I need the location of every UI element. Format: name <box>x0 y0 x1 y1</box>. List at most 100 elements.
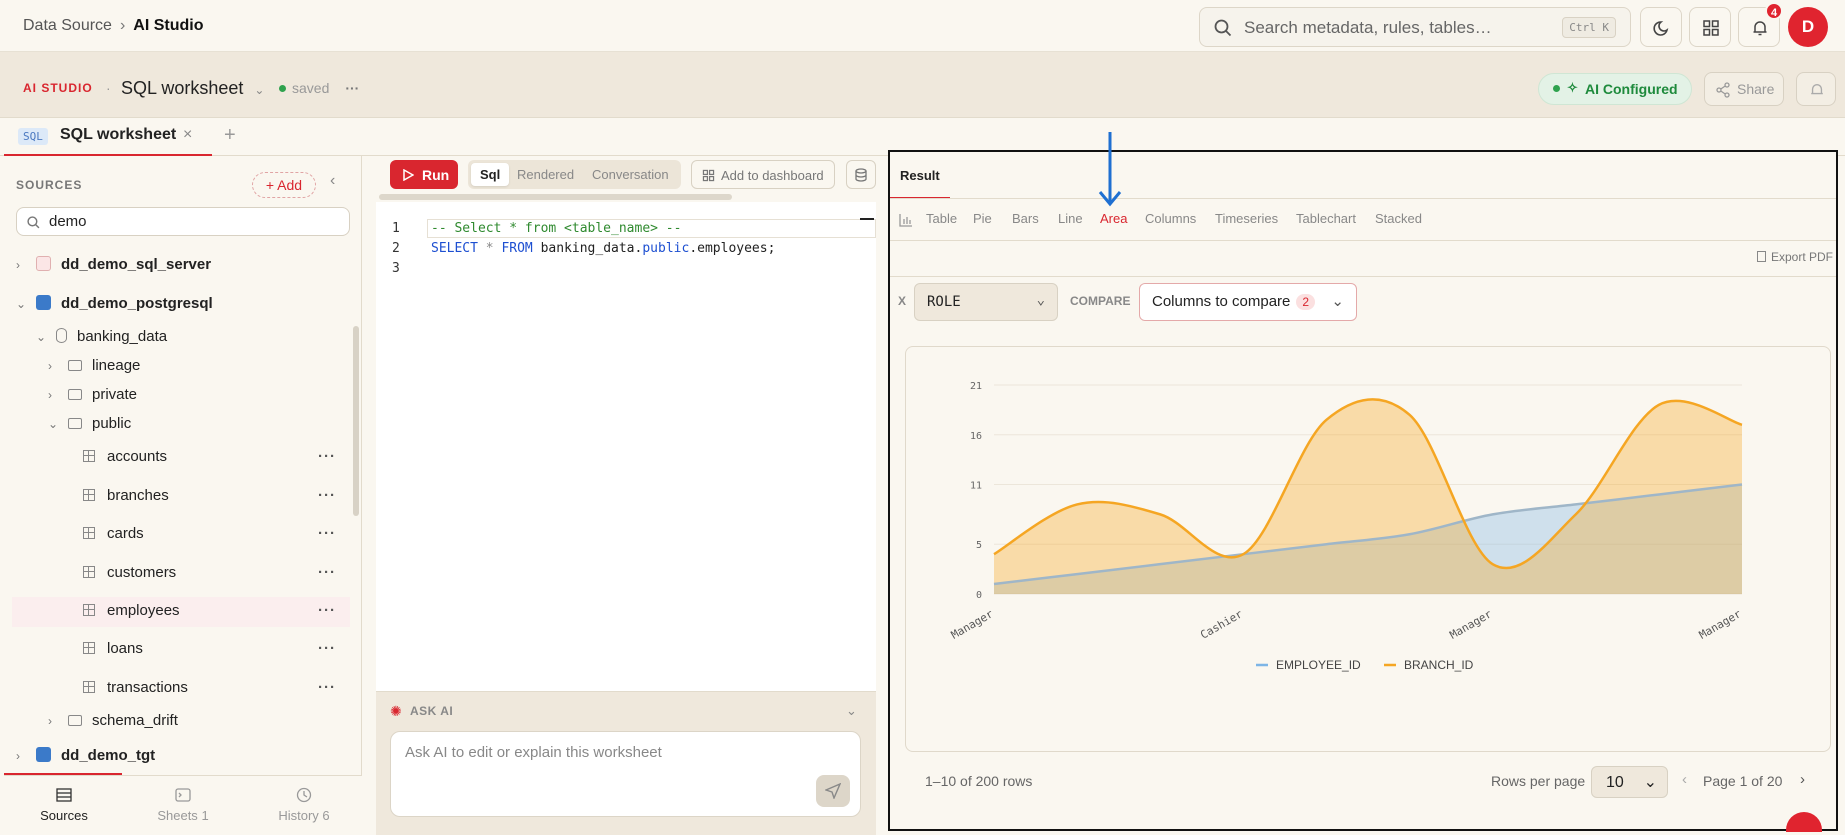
add-tab-icon[interactable]: + <box>224 124 236 147</box>
tree-item-transactions[interactable]: transactions ··· <box>83 679 350 703</box>
chevron-right-icon[interactable]: › <box>16 258 26 272</box>
table-icon <box>83 604 95 616</box>
add-to-dashboard-button[interactable]: Add to dashboard <box>691 160 835 189</box>
more-options-icon[interactable]: ··· <box>318 487 336 504</box>
mode-conversation[interactable]: Conversation <box>592 167 669 182</box>
tree-item-banking-data[interactable]: ⌄ banking_data <box>36 328 350 352</box>
share-button[interactable]: Share <box>1704 72 1784 106</box>
x-axis-select[interactable]: ROLE ⌄ <box>914 283 1058 321</box>
tree-item-cards[interactable]: cards ··· <box>83 525 350 549</box>
separator-dot: · <box>106 80 111 96</box>
more-options-icon[interactable]: ··· <box>345 80 359 96</box>
chevron-down-icon[interactable]: ⌄ <box>846 703 857 719</box>
mode-rendered[interactable]: Rendered <box>517 167 574 182</box>
database-button[interactable] <box>846 160 876 189</box>
chart-type-tablechart[interactable]: Tablechart <box>1296 211 1356 226</box>
tab-title[interactable]: SQL worksheet <box>60 126 176 144</box>
code-keyword: SELECT <box>431 241 478 256</box>
chevron-right-icon[interactable]: › <box>48 388 58 402</box>
x-tick-label: Manager <box>1697 607 1744 642</box>
result-tab[interactable]: Result <box>900 168 940 183</box>
footer-tab-sources[interactable]: Sources <box>34 808 94 823</box>
chevron-right-icon[interactable]: › <box>48 359 58 373</box>
line-number: 3 <box>392 261 400 276</box>
chart-type-columns[interactable]: Columns <box>1145 211 1196 226</box>
run-button[interactable]: Run <box>390 160 458 189</box>
rows-per-page-select[interactable]: 10 ⌄ <box>1591 766 1668 798</box>
theme-toggle-button[interactable] <box>1640 7 1682 47</box>
tree-item-lineage[interactable]: › lineage <box>48 357 350 381</box>
source-filter-input[interactable]: demo <box>16 207 350 236</box>
code-star: * <box>485 241 494 256</box>
area-chart[interactable]: 0 5 11 16 21 Manager Cashier Manager Manager EMPL… <box>906 347 1832 753</box>
chart-type-table[interactable]: Table <box>926 211 957 226</box>
chart-type-stacked[interactable]: Stacked <box>1375 211 1422 226</box>
legend-item: EMPLOYEE_ID <box>1276 658 1361 672</box>
avatar[interactable]: D <box>1788 7 1828 47</box>
chevron-right-icon[interactable]: › <box>16 749 26 763</box>
editor-horizontal-scrollbar[interactable] <box>379 194 732 200</box>
chart-type-timeseries[interactable]: Timeseries <box>1215 211 1278 226</box>
bell-icon <box>1811 84 1823 95</box>
more-options-icon[interactable]: ··· <box>318 602 336 619</box>
worksheet-title[interactable]: SQL worksheet ⌄ <box>121 78 264 99</box>
tree-item-label: customers <box>107 564 177 581</box>
tree-item-private[interactable]: › private <box>48 386 350 410</box>
compare-select[interactable]: Columns to compare 2 ⌄ <box>1139 283 1357 321</box>
save-status-text: saved <box>292 80 330 96</box>
ask-ai-input[interactable]: Ask AI to edit or explain this worksheet <box>390 731 861 817</box>
chevron-down-icon[interactable]: ⌄ <box>254 83 264 97</box>
close-icon[interactable]: × <box>183 126 192 144</box>
ai-configured-badge[interactable]: ✧ AI Configured <box>1538 73 1692 105</box>
editor-cursor <box>860 218 874 220</box>
tree-item-schema-drift[interactable]: › schema_drift <box>48 712 350 736</box>
footer-tab-history[interactable]: History 6 <box>268 808 340 823</box>
tree-item-label: dd_demo_sql_server <box>61 256 212 273</box>
tree-item-label: banking_data <box>77 328 168 345</box>
prev-page-icon[interactable]: ‹ <box>1682 771 1687 788</box>
tree-item-dd-demo-sql-server[interactable]: › dd_demo_sql_server <box>16 256 350 280</box>
chevron-down-icon[interactable]: ⌄ <box>36 330 46 344</box>
ai-sparkle-icon: ✺ <box>390 703 402 719</box>
chart-type-area[interactable]: Area <box>1100 211 1127 226</box>
breadcrumb-parent[interactable]: Data Source <box>23 17 112 34</box>
table-icon <box>83 566 95 578</box>
search-input[interactable]: Search metadata, rules, tables… Ctrl K <box>1199 7 1631 47</box>
chevron-right-icon[interactable]: › <box>48 714 58 728</box>
add-source-button[interactable]: + Add <box>252 172 316 198</box>
more-options-icon[interactable]: ··· <box>318 448 336 465</box>
collapse-sidebar-icon[interactable]: ‹ <box>330 172 335 190</box>
chart-type-pie[interactable]: Pie <box>973 211 992 226</box>
more-options-icon[interactable]: ··· <box>318 525 336 542</box>
worksheet-alerts-button[interactable] <box>1796 72 1836 106</box>
chevron-down-icon: ⌄ <box>1643 774 1657 791</box>
sources-heading: SOURCES <box>16 178 83 192</box>
tree-item-employees[interactable]: employees ··· <box>83 602 350 626</box>
more-options-icon[interactable]: ··· <box>318 640 336 657</box>
tree-item-label: schema_drift <box>92 712 178 729</box>
chevron-down-icon[interactable]: ⌄ <box>16 297 26 311</box>
line-number: 1 <box>392 221 400 236</box>
tree-item-branches[interactable]: branches ··· <box>83 487 350 511</box>
send-button[interactable] <box>816 775 850 807</box>
x-tick-label: Manager <box>949 607 996 642</box>
more-options-icon[interactable]: ··· <box>318 679 336 696</box>
play-icon <box>403 169 414 181</box>
chart-type-line[interactable]: Line <box>1058 211 1083 226</box>
export-pdf-button[interactable]: Export PDF <box>1757 250 1833 264</box>
chart-type-bars[interactable]: Bars <box>1012 211 1039 226</box>
tree-item-customers[interactable]: customers ··· <box>83 564 350 588</box>
apps-button[interactable] <box>1689 7 1731 47</box>
tree-item-accounts[interactable]: accounts ··· <box>83 448 350 472</box>
footer-tab-sheets[interactable]: Sheets 1 <box>148 808 218 823</box>
tree-item-dd-demo-tgt[interactable]: › dd_demo_tgt <box>16 747 350 771</box>
tree-item-loans[interactable]: loans ··· <box>83 640 350 664</box>
next-page-icon[interactable]: › <box>1800 771 1805 788</box>
tree-item-public[interactable]: ⌄ public <box>48 415 350 439</box>
tree-item-dd-demo-postgresql[interactable]: ⌄ dd_demo_postgresql <box>16 295 350 319</box>
sidebar-scrollbar[interactable] <box>353 326 359 516</box>
mode-sql[interactable]: Sql <box>480 167 500 182</box>
chevron-down-icon[interactable]: ⌄ <box>48 417 58 431</box>
more-options-icon[interactable]: ··· <box>318 564 336 581</box>
tree-item-label: accounts <box>107 448 168 465</box>
